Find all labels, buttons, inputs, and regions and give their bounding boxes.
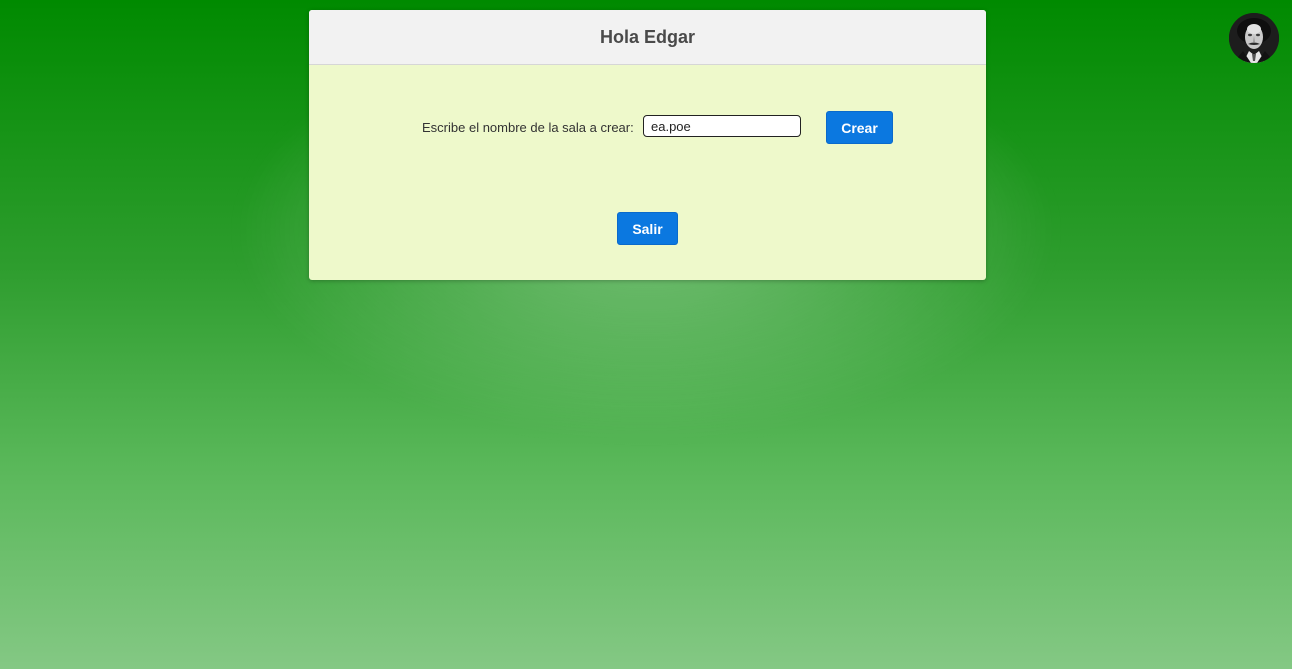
room-name-input[interactable] [643,115,801,137]
card-header: Hola Edgar [309,10,986,65]
user-portrait-icon [1229,13,1279,63]
create-room-button[interactable]: Crear [826,111,893,144]
room-card: Hola Edgar Escribe el nombre de la sala … [309,10,986,280]
room-name-label: Escribe el nombre de la sala a crear: [422,120,634,135]
exit-button[interactable]: Salir [617,212,678,245]
page-title: Hola Edgar [599,26,696,47]
user-avatar[interactable] [1229,13,1279,63]
